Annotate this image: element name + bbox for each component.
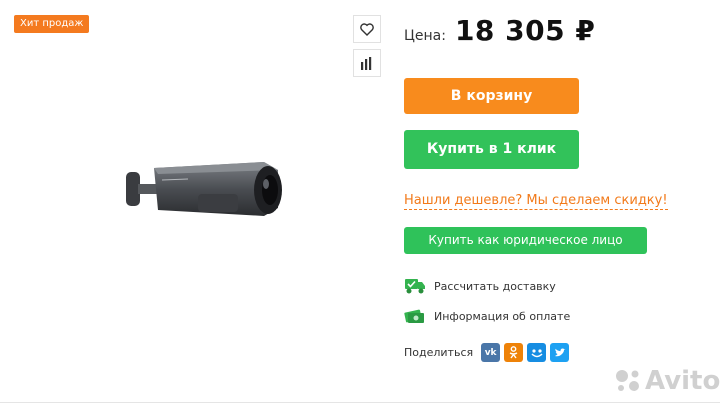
add-to-cart-button[interactable]: В корзину (404, 78, 579, 114)
price-block: Цена: 18 305 ₽ (404, 14, 595, 54)
share-label: Поделиться (404, 346, 474, 359)
vk-icon[interactable]: vk (481, 343, 501, 362)
compare-button[interactable] (353, 49, 381, 77)
bar-chart-icon (361, 57, 372, 70)
share-block: Поделиться vk (404, 343, 573, 362)
product-image (126, 162, 282, 216)
found-cheaper-link[interactable]: Нашли дешевле? Мы сделаем скидку! (404, 193, 668, 210)
twitter-icon[interactable] (550, 343, 570, 362)
payment-cash-icon (404, 309, 424, 323)
wishlist-button[interactable] (353, 15, 381, 43)
price-value: 18 305 ₽ (454, 14, 596, 47)
bottom-divider (0, 402, 720, 403)
odnoklassniki-icon[interactable] (504, 343, 524, 362)
avito-logo-icon (616, 370, 639, 391)
payment-info-link[interactable]: Информация об оплате (404, 306, 570, 326)
heart-icon (360, 22, 374, 36)
price-label: Цена: (404, 28, 446, 44)
buy-legal-entity-button[interactable]: Купить как юридическое лицо (404, 227, 647, 254)
watermark-text: Avito (645, 366, 720, 396)
delivery-truck-icon (405, 279, 425, 294)
buy-one-click-button[interactable]: Купить в 1 клик (404, 130, 579, 169)
calculate-delivery-label: Рассчитать доставку (434, 279, 556, 293)
calculate-delivery-link[interactable]: Рассчитать доставку (404, 276, 556, 296)
avito-watermark: Avito (614, 366, 720, 396)
bestseller-badge: Хит продаж (14, 15, 90, 33)
payment-info-label: Информация об оплате (434, 309, 571, 323)
moimir-icon[interactable] (527, 343, 547, 362)
